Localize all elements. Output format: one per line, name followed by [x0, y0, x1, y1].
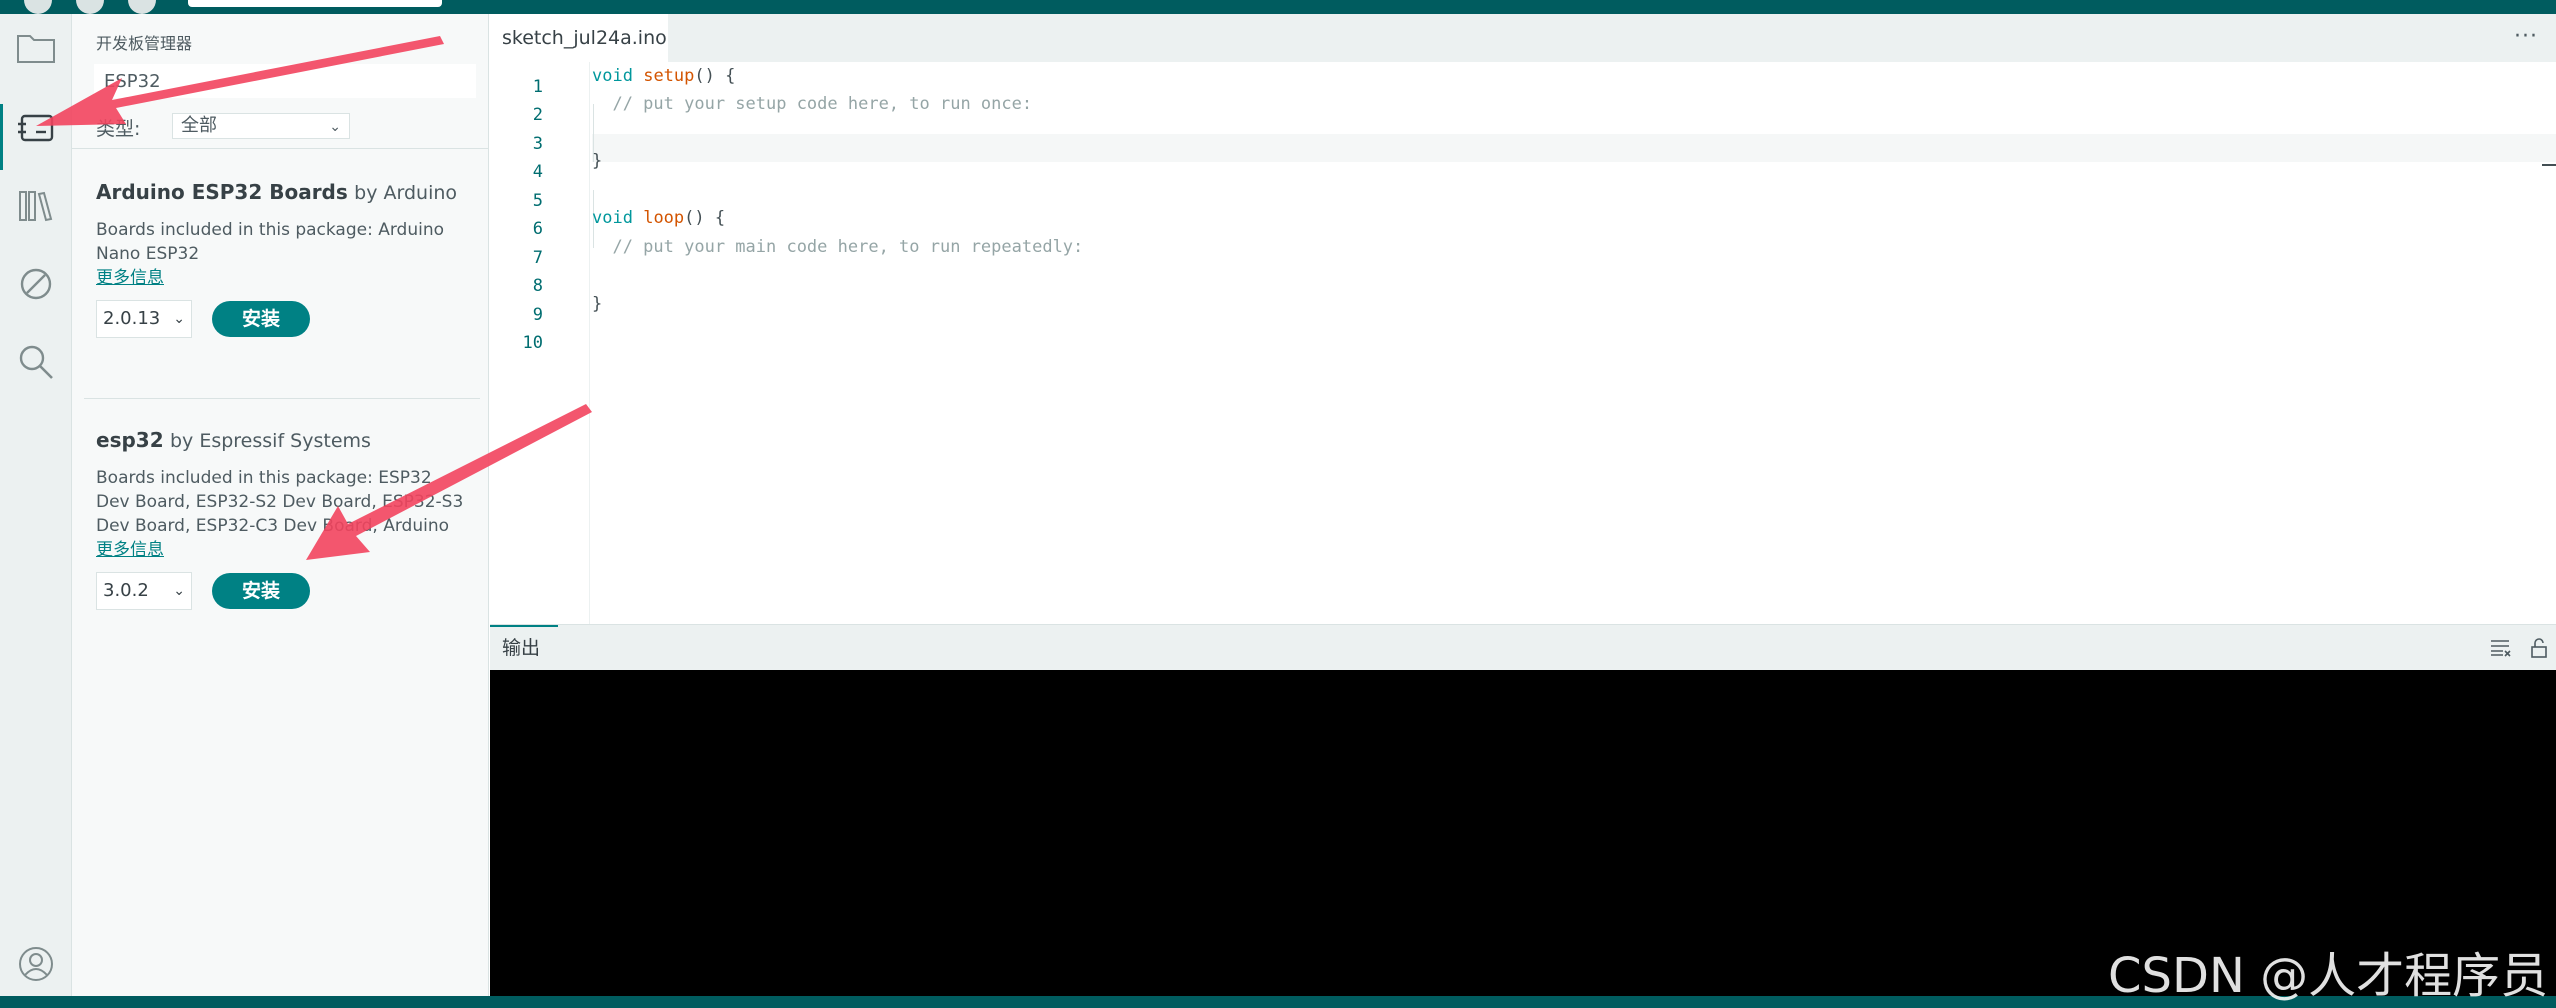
code-line: void setup() { — [592, 62, 735, 90]
panel-title: 开发板管理器 — [96, 34, 193, 53]
line-number: 2 — [532, 105, 543, 125]
board-title: esp32 by Espressif Systems — [96, 428, 468, 452]
chevron-down-icon: ⌄ — [173, 583, 185, 599]
active-indicator — [0, 104, 3, 170]
overview-ruler-marker — [2542, 164, 2556, 166]
lock-icon[interactable] — [2528, 637, 2550, 659]
verify-button[interactable] — [24, 0, 52, 14]
board-card: esp32 by Espressif Systems Boards includ… — [96, 428, 468, 612]
line-number: 7 — [532, 248, 543, 268]
code-editor[interactable]: void setup() { // put your setup code he… — [592, 62, 2556, 624]
search-icon[interactable] — [16, 342, 56, 382]
tab-output[interactable]: 输出 — [490, 625, 558, 671]
line-number: 3 — [532, 134, 543, 154]
more-actions-icon[interactable]: ··· — [2514, 24, 2538, 49]
type-filter-label: 类型: — [96, 118, 141, 140]
board-manager-icon[interactable] — [16, 108, 56, 148]
board-selector[interactable] — [188, 0, 442, 7]
line-number: 4 — [532, 162, 543, 182]
keyword: void — [592, 66, 633, 86]
install-button[interactable]: 安装 — [212, 301, 310, 337]
clear-output-icon[interactable] — [2490, 637, 2512, 659]
code-comment: // put your setup code here, to run once… — [592, 94, 1033, 114]
more-info-link[interactable]: 更多信息 — [96, 538, 468, 562]
watermark-text: CSDN @人才程序员 — [2108, 948, 2549, 1004]
divider — [84, 398, 480, 399]
type-filter-select[interactable]: 全部 ⌄ — [172, 113, 350, 139]
output-header: 输出 — [490, 624, 2556, 670]
account-icon[interactable] — [16, 944, 56, 984]
debug-icon[interactable] — [16, 264, 56, 304]
code-comment: // put your main code here, to run repea… — [592, 237, 1084, 257]
board-search-input[interactable] — [94, 64, 476, 98]
chevron-down-icon: ⌄ — [329, 119, 341, 135]
board-author: by Arduino — [354, 182, 458, 204]
function-name: loop — [643, 208, 685, 228]
upload-button[interactable] — [76, 0, 104, 14]
activity-bar — [0, 14, 72, 996]
version-value: 3.0.2 — [103, 580, 149, 601]
editor-tabbar: sketch_jul24a.ino ··· — [490, 14, 2556, 62]
line-number: 9 — [532, 305, 543, 325]
board-actions: 2.0.13 ⌄ 安装 — [96, 300, 468, 340]
line-number: 10 — [522, 333, 543, 353]
title-bar — [0, 0, 2556, 14]
install-button[interactable]: 安装 — [212, 573, 310, 609]
line-number: 8 — [532, 276, 543, 296]
line-number-gutter: 1 2 3 4 5 6 7 8 9 10 — [490, 62, 590, 624]
function-name: setup — [643, 66, 695, 86]
code-text: () { — [684, 208, 726, 228]
tab-sketch[interactable]: sketch_jul24a.ino — [490, 14, 668, 62]
more-info-link[interactable]: 更多信息 — [96, 266, 468, 290]
keyword: void — [592, 208, 633, 228]
board-description: Boards included in this package: ESP32 D… — [96, 468, 464, 536]
board-card: Arduino ESP32 Boards by Arduino Boards i… — [96, 180, 468, 340]
line-number: 5 — [532, 191, 543, 211]
code-text: () { — [694, 66, 736, 86]
board-name: esp32 — [96, 428, 164, 452]
board-description: Boards included in this package: Arduino… — [96, 220, 445, 264]
debug-button[interactable] — [128, 0, 156, 14]
code-line: } — [592, 151, 603, 171]
editor-area: sketch_jul24a.ino ··· 1 2 3 4 5 6 7 8 9 … — [490, 14, 2556, 624]
boards-manager-panel: 开发板管理器 类型: 全部 ⌄ Arduino ESP32 Boards by … — [72, 14, 489, 996]
code-line: void loop() { — [592, 204, 725, 232]
line-number: 6 — [532, 219, 543, 239]
version-value: 2.0.13 — [103, 308, 161, 329]
current-line-highlight — [592, 134, 2556, 162]
code-line: } — [592, 294, 603, 314]
folder-icon[interactable] — [16, 28, 56, 68]
type-filter-value: 全部 — [181, 115, 217, 136]
chevron-down-icon: ⌄ — [173, 311, 185, 327]
board-actions: 3.0.2 ⌄ 安装 — [96, 572, 468, 612]
divider — [72, 148, 489, 149]
board-title: Arduino ESP32 Boards by Arduino — [96, 180, 468, 204]
board-name: Arduino ESP32 Boards — [96, 180, 348, 204]
version-select[interactable]: 3.0.2 ⌄ — [96, 572, 192, 610]
library-icon[interactable] — [16, 186, 56, 226]
board-author: by Espressif Systems — [169, 430, 371, 452]
version-select[interactable]: 2.0.13 ⌄ — [96, 300, 192, 338]
line-number: 1 — [532, 77, 543, 97]
